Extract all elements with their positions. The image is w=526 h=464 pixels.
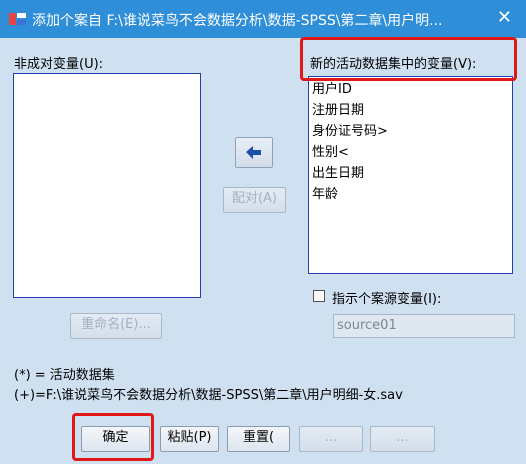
rename-button[interactable]: 重命名(E)... xyxy=(70,313,162,339)
active-dataset-note: (*) = 活动数据集 xyxy=(14,368,115,383)
unpaired-variables-label: 非成对变量(U): xyxy=(14,57,104,72)
close-icon[interactable]: ✕ xyxy=(497,7,512,29)
pair-button[interactable]: 配对(A) xyxy=(223,187,286,213)
list-item[interactable]: 注册日期 xyxy=(309,100,512,121)
help-button[interactable]: ... xyxy=(370,426,435,452)
unpaired-variables-list[interactable] xyxy=(13,73,201,298)
arrow-left-icon xyxy=(246,146,261,159)
active-variables-list[interactable]: 用户ID 注册日期 身份证号码> 性别< 出生日期 年龄 xyxy=(308,76,513,274)
list-item[interactable]: 性别< xyxy=(309,142,512,163)
list-item[interactable]: 出生日期 xyxy=(309,163,512,184)
indicate-source-label: 指示个案源变量(I): xyxy=(332,292,442,307)
active-variables-label: 新的活动数据集中的变量(V): xyxy=(310,57,477,72)
window-title: 添加个案自 F:\谁说菜鸟不会数据分析\数据-SPSS\第二章\用户明... xyxy=(32,13,443,29)
reset-button[interactable]: 重置( xyxy=(227,426,290,452)
indicate-source-checkbox[interactable] xyxy=(313,290,325,302)
paste-button[interactable]: 粘贴(P) xyxy=(160,426,219,452)
app-icon xyxy=(9,13,26,25)
ok-button[interactable]: 确定 xyxy=(81,426,150,452)
external-dataset-note: (+)=F:\谁说菜鸟不会数据分析\数据-SPSS\第二章\用户明细-女.sav xyxy=(14,388,403,403)
move-left-button[interactable] xyxy=(235,137,273,168)
source-variable-field[interactable]: source01 xyxy=(333,314,515,338)
title-bar: 添加个案自 F:\谁说菜鸟不会数据分析\数据-SPSS\第二章\用户明... ✕ xyxy=(0,0,526,38)
list-item[interactable]: 用户ID xyxy=(309,79,512,100)
list-item[interactable]: 年龄 xyxy=(309,184,512,205)
cancel-button[interactable]: ... xyxy=(299,426,363,452)
list-item[interactable]: 身份证号码> xyxy=(309,121,512,142)
